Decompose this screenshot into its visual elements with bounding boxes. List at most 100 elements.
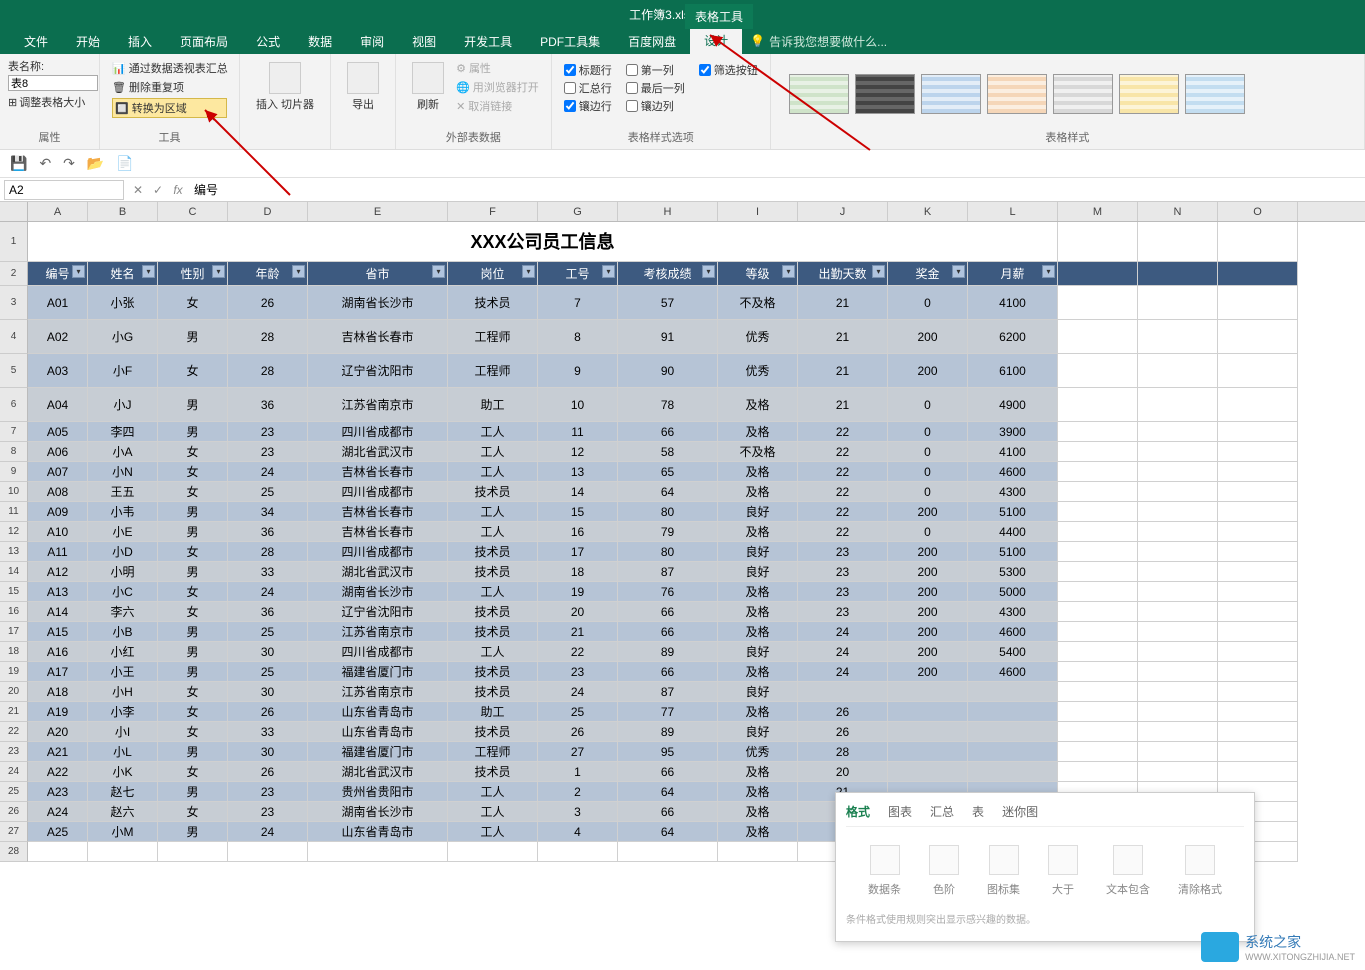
cell[interactable]: 78	[618, 388, 718, 422]
cell[interactable]: 30	[228, 682, 308, 702]
cell[interactable]: 工人	[448, 442, 538, 462]
style-thumb[interactable]	[987, 74, 1047, 114]
cell[interactable]: 男	[158, 388, 228, 422]
cell[interactable]: 四川省成都市	[308, 422, 448, 442]
cell[interactable]: 工人	[448, 522, 538, 542]
cell[interactable]: 23	[798, 582, 888, 602]
cell[interactable]	[448, 842, 538, 862]
cell[interactable]: 6200	[968, 320, 1058, 354]
cell[interactable]: 21	[798, 286, 888, 320]
cell[interactable]: 4100	[968, 286, 1058, 320]
cell[interactable]: 贵州省贵阳市	[308, 782, 448, 802]
cell[interactable]: 11	[538, 422, 618, 442]
cell[interactable]: 58	[618, 442, 718, 462]
cell[interactable]: 女	[158, 762, 228, 782]
cell[interactable]: 5400	[968, 642, 1058, 662]
cell[interactable]: 25	[228, 482, 308, 502]
cell[interactable]: 6100	[968, 354, 1058, 388]
filter-arrow-icon[interactable]: ▾	[602, 265, 615, 278]
cell[interactable]: 及格	[718, 702, 798, 722]
cell[interactable]: 23	[798, 542, 888, 562]
cell[interactable]	[968, 762, 1058, 782]
ext-props[interactable]: ⚙ 属性	[456, 60, 539, 76]
cell[interactable]	[968, 702, 1058, 722]
cell[interactable]: 66	[618, 762, 718, 782]
tab-file[interactable]: 文件	[10, 33, 62, 50]
cell[interactable]: 女	[158, 542, 228, 562]
cell[interactable]: 4300	[968, 482, 1058, 502]
cell[interactable]	[308, 842, 448, 862]
cell[interactable]: 赵六	[88, 802, 158, 822]
cell[interactable]: A16	[28, 642, 88, 662]
chk-banded-col[interactable]: 镶边列	[626, 98, 685, 114]
cell[interactable]	[1138, 462, 1218, 482]
qp-tab-spark[interactable]: 迷你图	[1002, 803, 1038, 820]
cell[interactable]: 66	[618, 662, 718, 682]
cell[interactable]: A18	[28, 682, 88, 702]
cell[interactable]	[1058, 742, 1138, 762]
export-button[interactable]: 导出	[331, 54, 396, 149]
cell[interactable]: 及格	[718, 462, 798, 482]
cell[interactable]: 湖南省长沙市	[308, 582, 448, 602]
cell[interactable]: 64	[618, 482, 718, 502]
cell[interactable]: 小L	[88, 742, 158, 762]
cell[interactable]: 技术员	[448, 662, 538, 682]
filter-arrow-icon[interactable]: ▾	[522, 265, 535, 278]
cell[interactable]: 及格	[718, 782, 798, 802]
cell[interactable]	[968, 722, 1058, 742]
cell[interactable]	[1058, 502, 1138, 522]
cell[interactable]	[1058, 682, 1138, 702]
cell[interactable]	[1058, 286, 1138, 320]
cell[interactable]: 工程师	[448, 354, 538, 388]
cell[interactable]: 23	[798, 602, 888, 622]
open-browser[interactable]: 🌐 用浏览器打开	[456, 79, 539, 95]
cell[interactable]: 28	[228, 542, 308, 562]
cell[interactable]: A24	[28, 802, 88, 822]
cell[interactable]: 小K	[88, 762, 158, 782]
cell[interactable]: 小明	[88, 562, 158, 582]
cell[interactable]	[1218, 742, 1298, 762]
cell[interactable]	[1218, 286, 1298, 320]
cell[interactable]: 四川省成都市	[308, 482, 448, 502]
cell[interactable]	[1058, 222, 1138, 262]
cell[interactable]: 23	[228, 802, 308, 822]
cell[interactable]: 小G	[88, 320, 158, 354]
remove-duplicates-button[interactable]: 🗑 删除重复项	[112, 79, 227, 95]
cell[interactable]: 及格	[718, 802, 798, 822]
cell[interactable]	[1138, 642, 1218, 662]
cell[interactable]: A01	[28, 286, 88, 320]
cell[interactable]: 95	[618, 742, 718, 762]
cell[interactable]: 女	[158, 802, 228, 822]
cell[interactable]: 23	[228, 782, 308, 802]
cell[interactable]: 33	[228, 562, 308, 582]
cell[interactable]	[1138, 222, 1218, 262]
cell[interactable]: 工人	[448, 782, 538, 802]
cell[interactable]: 4600	[968, 462, 1058, 482]
cell[interactable]: 李六	[88, 602, 158, 622]
cell[interactable]	[968, 682, 1058, 702]
chk-banded-row[interactable]: 镶边行	[564, 98, 612, 114]
col-header[interactable]: E	[308, 202, 448, 221]
cell[interactable]: 吉林省长春市	[308, 522, 448, 542]
cell[interactable]	[1218, 262, 1298, 286]
col-header[interactable]: A	[28, 202, 88, 221]
pivot-summary-button[interactable]: 📊 通过数据透视表汇总	[112, 60, 227, 76]
cell[interactable]	[1138, 422, 1218, 442]
cell[interactable]: 16	[538, 522, 618, 542]
cell[interactable]: 22	[798, 482, 888, 502]
tab-insert[interactable]: 插入	[114, 33, 166, 50]
cell[interactable]: 山东省青岛市	[308, 702, 448, 722]
cell[interactable]: 80	[618, 542, 718, 562]
tab-layout[interactable]: 页面布局	[166, 33, 242, 50]
cell[interactable]: 姓名▾	[88, 262, 158, 286]
cell[interactable]: 及格	[718, 388, 798, 422]
cell[interactable]: 23	[538, 662, 618, 682]
cell[interactable]: 20	[798, 762, 888, 782]
cell[interactable]: 87	[618, 682, 718, 702]
cell[interactable]: A04	[28, 388, 88, 422]
cell[interactable]: 200	[888, 320, 968, 354]
cell[interactable]: 女	[158, 482, 228, 502]
cell[interactable]: 男	[158, 742, 228, 762]
cell[interactable]	[1218, 562, 1298, 582]
cell[interactable]: 湖南省长沙市	[308, 802, 448, 822]
